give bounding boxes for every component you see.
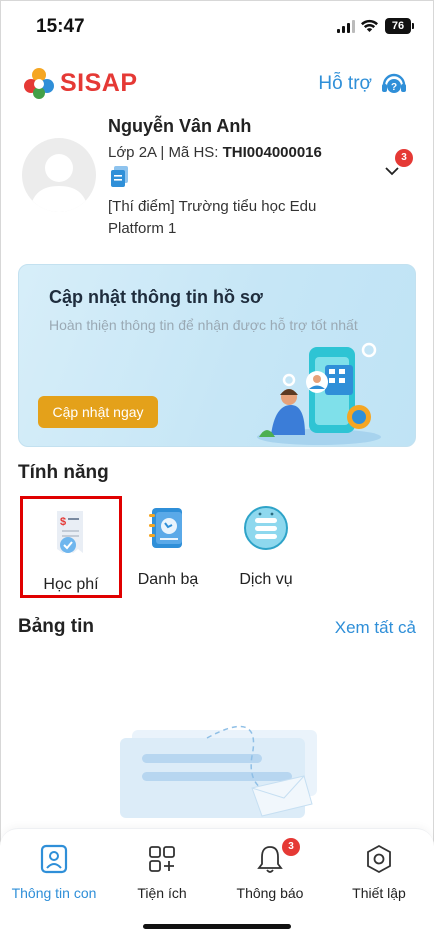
class-prefix: Lớp 2A | Mã HS: xyxy=(108,144,223,161)
profile-notification-badge: 3 xyxy=(395,149,413,167)
empty-news-illustration-icon xyxy=(120,725,317,818)
student-id: THI004000016 xyxy=(222,144,322,161)
class-info: Lớp 2A | Mã HS: THI004000016 xyxy=(108,144,322,161)
notifications-badge: 3 xyxy=(282,838,300,856)
contact-book-icon xyxy=(149,508,182,548)
feature-services[interactable]: Dịch vụ xyxy=(218,500,314,589)
news-title: Bảng tin xyxy=(18,616,94,637)
app-logo: SISAP xyxy=(22,66,138,100)
status-bar: 15:47 76 xyxy=(0,0,434,54)
feature-tuition[interactable]: $ Học phí xyxy=(20,496,122,598)
service-list-icon xyxy=(244,506,288,550)
headset-help-icon: ? xyxy=(382,73,406,93)
feature-contacts[interactable]: Danh bạ xyxy=(120,500,216,589)
svg-text:$: $ xyxy=(60,516,66,528)
signal-icon xyxy=(337,20,355,33)
bottom-navigation: Thông tin con Tiện ích Thông báo Thiết l… xyxy=(0,828,434,938)
tab-settings-label: Thiết lập xyxy=(352,885,406,901)
status-time: 15:47 xyxy=(36,16,85,37)
feature-tuition-label: Học phí xyxy=(43,576,99,593)
banner-title: Cập nhật thông tin hồ sơ xyxy=(49,287,263,307)
see-all-link[interactable]: Xem tất cả xyxy=(335,618,416,638)
feature-contacts-label: Danh bạ xyxy=(137,571,199,588)
utilities-grid-icon xyxy=(149,846,175,872)
student-name: Nguyễn Vân Anh xyxy=(108,116,252,136)
update-now-button[interactable]: Cập nhật ngay xyxy=(38,396,158,428)
update-profile-banner[interactable]: Cập nhật thông tin hồ sơ Hoàn thiện thôn… xyxy=(18,264,416,447)
school-name: [Thí điểm] Trường tiểu học Edu Platform … xyxy=(108,198,317,237)
help-button[interactable]: Hỗ trợ ? xyxy=(318,70,408,98)
tab-utilities[interactable]: Tiện ích xyxy=(108,843,216,901)
tab-notifications-label: Thông báo xyxy=(236,885,304,901)
tab-settings[interactable]: Thiết lập xyxy=(325,843,433,901)
home-indicator[interactable] xyxy=(143,924,291,929)
features-title: Tính năng xyxy=(18,462,109,483)
avatar[interactable] xyxy=(22,138,96,212)
child-profile-icon xyxy=(40,844,68,874)
battery-indicator: 76 xyxy=(385,18,414,34)
default-avatar-icon xyxy=(30,154,88,212)
tuition-receipt-icon: $ xyxy=(57,511,83,553)
profile-illustration-icon xyxy=(257,342,381,445)
tab-child-info-label: Thông tin con xyxy=(11,885,97,901)
bell-icon xyxy=(257,846,283,873)
tab-child-info[interactable]: Thông tin con xyxy=(0,843,108,901)
tab-utilities-label: Tiện ích xyxy=(137,885,187,901)
brand-name: SISAP xyxy=(60,68,138,97)
svg-text:?: ? xyxy=(391,82,397,93)
wifi-icon xyxy=(361,19,378,32)
feature-services-label: Dịch vụ xyxy=(239,571,293,588)
tab-notifications[interactable]: Thông báo xyxy=(216,843,324,901)
sisap-logo-icon xyxy=(24,68,54,99)
document-icon[interactable] xyxy=(110,166,130,188)
settings-hex-icon xyxy=(367,844,391,874)
help-label: Hỗ trợ xyxy=(318,73,372,94)
